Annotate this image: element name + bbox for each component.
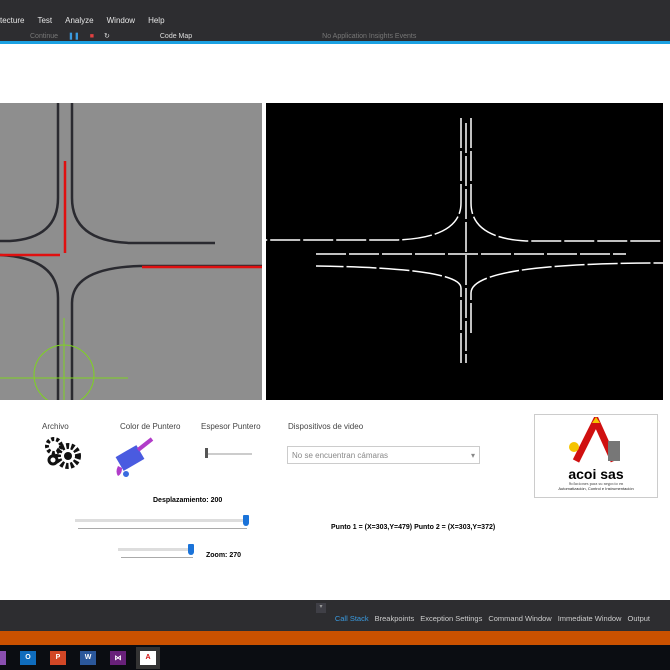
visual-studio-icon[interactable]: ⋈ — [110, 650, 126, 665]
onenote-icon[interactable] — [0, 650, 6, 665]
gears-icon[interactable] — [44, 436, 82, 470]
desplazamiento-ticks — [78, 528, 247, 529]
powerpoint-icon[interactable]: P — [50, 650, 66, 665]
points-readout: Punto 1 = (X=303,Y=479) Punto 2 = (X=303… — [331, 524, 496, 531]
status-bar — [0, 631, 670, 645]
acoi-app-icon[interactable]: A — [136, 646, 160, 669]
menu-test[interactable]: Test — [37, 16, 52, 28]
edge-image — [266, 103, 663, 400]
insights-button[interactable]: No Application Insights Events — [322, 33, 416, 40]
zoom-slider[interactable] — [118, 548, 193, 551]
zoom-slider-thumb[interactable] — [188, 544, 194, 555]
menu-bar: tecture Test Analyze Window Help — [0, 16, 165, 28]
debug-tabs: Call Stack Breakpoints Exception Setting… — [335, 614, 650, 623]
acoi-logo: acoi sas Soluciones para su negocio en A… — [534, 412, 658, 498]
archivo-label: Archivo — [42, 422, 69, 431]
word-icon[interactable]: W — [80, 650, 96, 665]
accent-bar — [0, 41, 670, 44]
color-puntero-label: Color de Puntero — [120, 422, 181, 431]
menu-analyze[interactable]: Analyze — [65, 16, 93, 28]
tab-breakpoints[interactable]: Breakpoints — [375, 614, 415, 623]
desplazamiento-slider[interactable] — [75, 519, 247, 522]
espesor-slider[interactable] — [206, 453, 252, 455]
tab-call-stack[interactable]: Call Stack — [335, 614, 369, 623]
espesor-puntero-label: Espesor Puntero — [201, 422, 261, 431]
paint-brush-icon[interactable] — [112, 436, 156, 478]
logo-tagline-2: Automatización, Control e Instrumentació… — [558, 486, 634, 491]
taskbar: O P W ⋈ A — [0, 645, 670, 670]
logo-a-icon — [569, 412, 620, 463]
desplazamiento-slider-thumb[interactable] — [243, 515, 249, 526]
panel-dropdown-icon[interactable]: ▾ — [316, 603, 326, 613]
tab-command-window[interactable]: Command Window — [488, 614, 551, 623]
code-map-button[interactable]: Code Map — [160, 33, 192, 40]
pause-icon[interactable]: ❚❚ — [68, 32, 80, 40]
restart-icon[interactable]: ↻ — [104, 32, 110, 40]
desplazamiento-label: Desplazamiento: 200 — [153, 497, 223, 504]
stop-icon[interactable]: ■ — [90, 33, 94, 40]
video-device-select[interactable]: No se encuentran cámaras ▾ — [287, 446, 480, 464]
menu-window[interactable]: Window — [107, 16, 135, 28]
zoom-ticks — [121, 557, 193, 558]
tab-exception-settings[interactable]: Exception Settings — [420, 614, 482, 623]
tab-immediate-window[interactable]: Immediate Window — [558, 614, 622, 623]
menu-architecture[interactable]: tecture — [0, 16, 24, 28]
chevron-down-icon: ▾ — [470, 451, 475, 460]
menu-help[interactable]: Help — [148, 16, 164, 28]
camera-image[interactable] — [0, 103, 262, 400]
outlook-icon[interactable]: O — [20, 650, 36, 665]
continue-button[interactable]: Continue — [30, 33, 58, 40]
espesor-slider-thumb[interactable] — [205, 448, 208, 458]
tab-output[interactable]: Output — [627, 614, 650, 623]
video-device-value: No se encuentran cámaras — [292, 451, 389, 460]
logo-name: acoi sas — [568, 466, 624, 482]
zoom-label: Zoom: 270 — [206, 552, 242, 559]
dispositivos-label: Dispositivos de video — [288, 422, 364, 431]
toolbar: Continue ❚❚ ■ ↻ Code Map No Application … — [0, 31, 670, 41]
